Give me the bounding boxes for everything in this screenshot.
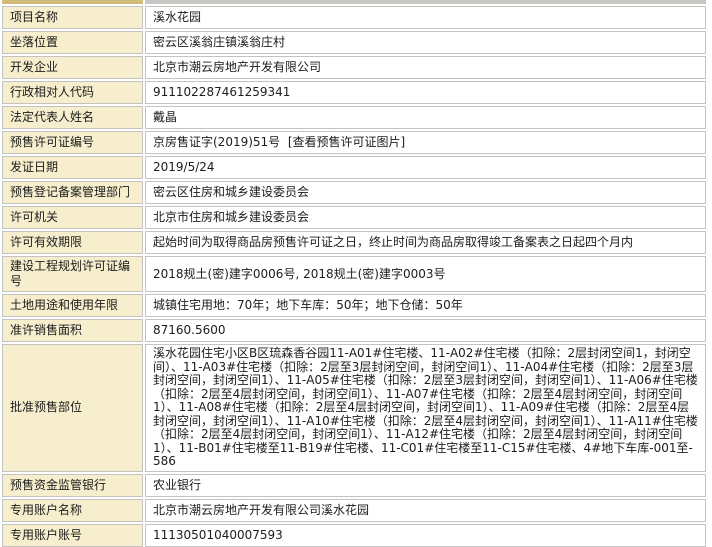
- row-label: 土地用途和使用年限: [2, 294, 143, 317]
- row-value: 密云区住房和城乡建设委员会: [145, 181, 706, 204]
- table-row-land-use-term: 土地用途和使用年限 城镇住宅用地：70年；地下车库：50年；地下仓储：50年: [2, 294, 706, 317]
- row-value: 农业银行: [145, 474, 706, 497]
- table-row-developer: 开发企业 北京市潮云房地产开发有限公司: [2, 56, 706, 79]
- row-label: 开发企业: [2, 56, 143, 79]
- row-value: 北京市潮云房地产开发有限公司溪水花园: [145, 499, 706, 522]
- cutoff-row-value-cell: [145, 0, 706, 4]
- row-value: 密云区溪翁庄镇溪翁庄村: [145, 31, 706, 54]
- row-label: 项目名称: [2, 6, 143, 29]
- table-row-permit-number: 预售许可证编号 京房售证字(2019)51号 [查看预售许可证图片]: [2, 131, 706, 154]
- row-label: 预售许可证编号: [2, 131, 143, 154]
- table-row-account-name: 专用账户名称 北京市潮云房地产开发有限公司溪水花园: [2, 499, 706, 522]
- row-label: 建设工程规划许可证编号: [2, 256, 143, 292]
- row-label: 预售登记备案管理部门: [2, 181, 143, 204]
- table-row-account-number: 专用账户账号 11130501040007593: [2, 524, 706, 547]
- cutoff-row-label-cell: [2, 0, 143, 4]
- row-value: 城镇住宅用地：70年；地下车库：50年；地下仓储：50年: [145, 294, 706, 317]
- table-row-validity-period: 许可有效期限 起始时间为取得商品房预售许可证之日，终止时间为商品房取得竣工备案表…: [2, 231, 706, 254]
- presale-info-table: 项目名称 溪水花园 坐落位置 密云区溪翁庄镇溪翁庄村 开发企业 北京市潮云房地产…: [0, 0, 708, 547]
- row-value: 2018规土(密)建字0006号, 2018规土(密)建字0003号: [145, 256, 706, 292]
- row-label: 行政相对人代码: [2, 81, 143, 104]
- row-label: 坐落位置: [2, 31, 143, 54]
- permit-number-text: 京房售证字(2019)51号: [153, 135, 280, 149]
- row-value: 溪水花园: [145, 6, 706, 29]
- row-value: 戴晶: [145, 106, 706, 129]
- row-label: 法定代表人姓名: [2, 106, 143, 129]
- table-row-issue-date: 发证日期 2019/5/24: [2, 156, 706, 179]
- row-label: 准许销售面积: [2, 319, 143, 342]
- row-value: 京房售证字(2019)51号 [查看预售许可证图片]: [145, 131, 706, 154]
- table-row-approved-presale-parts: 批准预售部位 溪水花园住宅小区B区琉森香谷园11-A01#住宅楼、11-A02#…: [2, 344, 706, 472]
- table-row-cutoff-top: [2, 0, 706, 4]
- table-row-supervision-bank: 预售资金监管银行 农业银行: [2, 474, 706, 497]
- row-value: 911102287461259341: [145, 81, 706, 104]
- row-value: 11130501040007593: [145, 524, 706, 547]
- table-row-entity-code: 行政相对人代码 911102287461259341: [2, 81, 706, 104]
- table-row-approved-sales-area: 准许销售面积 87160.5600: [2, 319, 706, 342]
- row-value: 87160.5600: [145, 319, 706, 342]
- table-row-registration-department: 预售登记备案管理部门 密云区住房和城乡建设委员会: [2, 181, 706, 204]
- row-value: 北京市潮云房地产开发有限公司: [145, 56, 706, 79]
- row-value: 溪水花园住宅小区B区琉森香谷园11-A01#住宅楼、11-A02#住宅楼（扣除：…: [145, 344, 706, 472]
- row-label: 专用账户账号: [2, 524, 143, 547]
- row-label: 批准预售部位: [2, 344, 143, 472]
- table-row-project-name: 项目名称 溪水花园: [2, 6, 706, 29]
- presale-permit-info-page: 项目名称 溪水花园 坐落位置 密云区溪翁庄镇溪翁庄村 开发企业 北京市潮云房地产…: [0, 0, 712, 547]
- row-label: 预售资金监管银行: [2, 474, 143, 497]
- table-row-licensing-authority: 许可机关 北京市住房和城乡建设委员会: [2, 206, 706, 229]
- row-label: 发证日期: [2, 156, 143, 179]
- row-value: 2019/5/24: [145, 156, 706, 179]
- table-row-location: 坐落位置 密云区溪翁庄镇溪翁庄村: [2, 31, 706, 54]
- row-label: 专用账户名称: [2, 499, 143, 522]
- view-permit-image-link[interactable]: [查看预售许可证图片]: [288, 135, 405, 149]
- row-value: 北京市住房和城乡建设委员会: [145, 206, 706, 229]
- table-row-planning-permit-number: 建设工程规划许可证编号 2018规土(密)建字0006号, 2018规土(密)建…: [2, 256, 706, 292]
- row-label: 许可机关: [2, 206, 143, 229]
- table-row-legal-representative: 法定代表人姓名 戴晶: [2, 106, 706, 129]
- row-label: 许可有效期限: [2, 231, 143, 254]
- row-value: 起始时间为取得商品房预售许可证之日，终止时间为商品房取得竣工备案表之日起四个月内: [145, 231, 706, 254]
